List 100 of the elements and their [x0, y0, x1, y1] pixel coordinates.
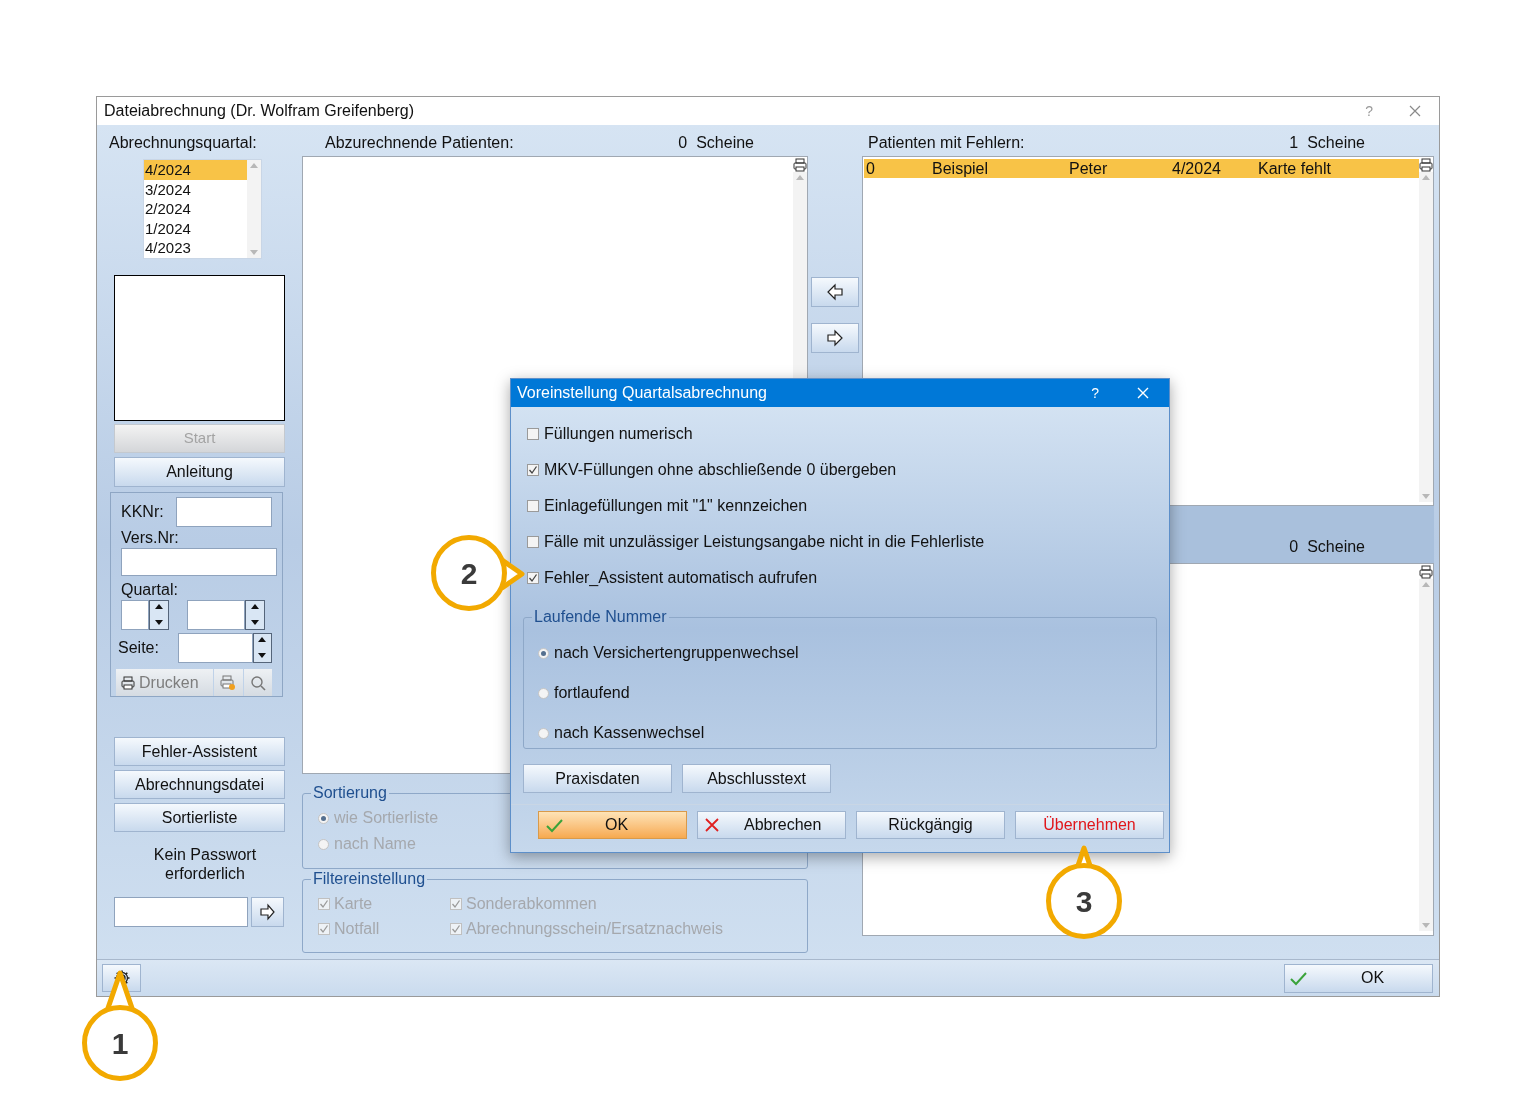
- row-cell-text: Karte fehlt: [1257, 159, 1332, 178]
- unit-label: Scheine: [1307, 537, 1365, 557]
- help-button[interactable]: ?: [1091, 382, 1099, 404]
- option-label: Karte: [334, 893, 373, 914]
- password-note: Kein Passwort erforderlich: [152, 845, 258, 883]
- scroll-up-icon[interactable]: [1421, 174, 1431, 181]
- spinner[interactable]: [245, 600, 265, 630]
- count-label: 1: [1289, 133, 1299, 153]
- option-label: nach Kassenwechsel: [554, 723, 705, 743]
- scroll-down-icon[interactable]: [249, 249, 259, 256]
- scrollbar[interactable]: [1419, 172, 1433, 502]
- list-row[interactable]: 0 Beispiel Peter 4/2024 Karte fehlt: [864, 159, 1419, 178]
- checkbox[interactable]: [527, 572, 539, 584]
- password-field[interactable]: [114, 897, 248, 927]
- list-item[interactable]: 3/2024: [144, 179, 247, 200]
- section-label: Abrechnungsquartal:: [109, 133, 258, 153]
- arrow-right-icon: [826, 329, 844, 347]
- action-button[interactable]: Praxisdaten: [523, 764, 672, 793]
- list-item[interactable]: 4/2023: [144, 238, 247, 258]
- scroll-up-icon[interactable]: [1421, 581, 1431, 588]
- check-icon: [545, 817, 565, 833]
- apply-button[interactable]: Übernehmen: [1015, 811, 1164, 839]
- unit-label: Scheine: [1307, 133, 1365, 153]
- row-cell-text: 0: [865, 159, 876, 178]
- field-label: Vers.Nr:: [121, 528, 180, 548]
- option-label: nach Name: [334, 834, 416, 854]
- option-label: Fehler_Assistent automatisch aufrufen: [544, 568, 818, 588]
- arrow-left-icon: [826, 283, 844, 301]
- checkbox[interactable]: [527, 536, 539, 548]
- option-label: Abrechnungsschein/Ersatznachweis: [466, 918, 724, 939]
- checkbox[interactable]: [527, 464, 539, 476]
- printer-icon[interactable]: [121, 675, 135, 690]
- list-item[interactable]: 1/2024: [144, 218, 247, 239]
- cancel-button[interactable]: Abbrechen: [697, 811, 846, 839]
- unit-label: Scheine: [696, 133, 754, 153]
- printer-icon[interactable]: [1419, 158, 1433, 172]
- option-label: nach Versichertengruppenwechsel: [554, 643, 799, 663]
- printer-icon[interactable]: [793, 158, 807, 172]
- option-label: MKV-Füllungen ohne abschließende 0 übergeben: [544, 460, 897, 480]
- submit-button[interactable]: [251, 897, 284, 927]
- input-field[interactable]: [187, 600, 245, 630]
- scroll-down-icon[interactable]: [1421, 922, 1431, 929]
- ok-button[interactable]: OK: [538, 811, 687, 839]
- row-cell-text: 4/2024: [1171, 159, 1222, 178]
- ok-button[interactable]: OK: [1284, 963, 1433, 993]
- input-field[interactable]: [121, 548, 277, 576]
- arrow-right-icon: [259, 903, 276, 921]
- group-title: Sortierung: [312, 783, 388, 803]
- dialog-title: Voreinstellung Quartalsabrechnung: [517, 383, 767, 403]
- group-title: Filtereinstellung: [312, 869, 427, 889]
- option-label: wie Sortierliste: [334, 808, 439, 828]
- field-label: KKNr:: [121, 502, 165, 522]
- move-right-button[interactable]: [811, 323, 859, 353]
- section-label: Patienten mit Fehlern:: [868, 133, 1025, 153]
- guide-button[interactable]: Anleitung: [114, 457, 285, 487]
- count-label: 0: [678, 133, 688, 153]
- spinner[interactable]: [149, 600, 169, 630]
- field-label: Seite:: [118, 638, 160, 658]
- option-label: Fälle mit unzulässiger Leistungsangabe nicht in die Fehlerliste: [544, 532, 985, 552]
- scrollbar[interactable]: [1419, 579, 1433, 931]
- scroll-up-icon[interactable]: [795, 174, 805, 181]
- scroll-up-icon[interactable]: [249, 162, 259, 169]
- printer-icon[interactable]: [1419, 565, 1433, 579]
- section-label: Abzurechnende Patienten:: [325, 133, 514, 153]
- checkbox[interactable]: [527, 500, 539, 512]
- option-label: Sonderabkommen: [466, 893, 597, 914]
- action-button[interactable]: Sortierliste: [114, 803, 285, 832]
- field-label: Quartal:: [121, 580, 179, 600]
- action-button[interactable]: Fehler-Assistent: [114, 737, 285, 766]
- spinner[interactable]: [252, 633, 272, 663]
- group-title: Laufende Nummer: [533, 607, 668, 627]
- list-item[interactable]: 4/2024: [144, 160, 247, 180]
- row-cell-text: Beispiel: [931, 159, 990, 178]
- printer-icon: [220, 674, 237, 691]
- callout-marker: 1: [82, 1005, 158, 1081]
- scrollbar[interactable]: [247, 160, 261, 258]
- move-left-button[interactable]: [811, 277, 859, 307]
- window-title: Dateiabrechnung (Dr. Wolfram Greifenberg): [104, 101, 415, 121]
- input-field[interactable]: [177, 633, 253, 663]
- undo-button[interactable]: Rückgängig: [856, 811, 1005, 839]
- search-button[interactable]: [243, 669, 272, 696]
- row-cell-text: Peter: [1068, 159, 1109, 178]
- option-label: Einlagefüllungen mit "1" kennzeichen: [544, 496, 808, 516]
- radio-button[interactable]: [538, 647, 549, 659]
- list-item[interactable]: 2/2024: [144, 199, 247, 219]
- print-preview-button[interactable]: [214, 669, 243, 696]
- close-icon[interactable]: [1409, 105, 1421, 117]
- search-icon: [249, 674, 266, 691]
- input-field[interactable]: [176, 497, 272, 527]
- cancel-icon: [704, 817, 720, 833]
- radio-button[interactable]: [538, 687, 549, 699]
- check-icon: [1289, 970, 1309, 986]
- input-field[interactable]: [121, 600, 149, 630]
- option-label: Füllungen numerisch: [544, 424, 693, 444]
- checkbox[interactable]: [527, 428, 539, 440]
- scroll-down-icon[interactable]: [1421, 493, 1431, 500]
- radio-button[interactable]: [538, 727, 549, 739]
- action-button[interactable]: Abrechnungsdatei: [114, 770, 285, 799]
- action-button[interactable]: Abschlusstext: [682, 764, 831, 793]
- option-label: Notfall: [334, 918, 380, 939]
